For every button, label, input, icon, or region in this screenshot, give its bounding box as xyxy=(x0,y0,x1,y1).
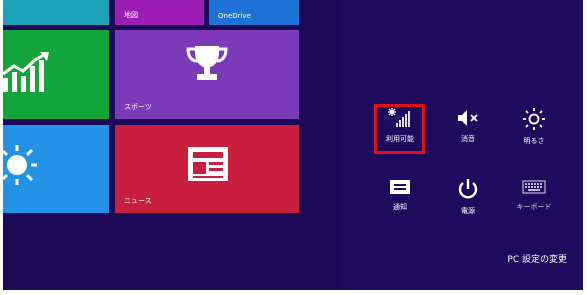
tile-onedrive-label: OneDrive xyxy=(218,12,251,20)
keyboard-button[interactable]: キーボード xyxy=(506,172,562,220)
tile-sports-label: スポーツ xyxy=(124,103,152,111)
power-label: 電源 xyxy=(461,207,475,215)
tile-news[interactable]: ニュース xyxy=(115,125,299,213)
network-label: 利用可能 xyxy=(386,135,414,143)
pc-settings-link[interactable]: PC 設定の変更 xyxy=(507,252,567,265)
tile-news-label: ニュース xyxy=(124,197,152,205)
brightness-label: 明るさ xyxy=(523,137,545,145)
brightness-sun-icon xyxy=(523,108,545,130)
tile-finance[interactable] xyxy=(3,30,109,119)
brightness-button[interactable]: 明るさ xyxy=(506,102,562,150)
tile-top-left[interactable] xyxy=(3,0,109,25)
power-button[interactable]: 電源 xyxy=(440,172,496,220)
settings-charm-panel: 利用可能 消音 明るさ 通知 電源 キーボード PC 設定の変更 xyxy=(338,0,583,290)
tile-onedrive[interactable]: OneDrive xyxy=(209,0,299,25)
sun-icon xyxy=(3,145,37,185)
keyboard-icon xyxy=(522,180,546,194)
volume-label: 消音 xyxy=(461,135,475,143)
newspaper-icon xyxy=(188,147,228,181)
network-button[interactable]: 利用可能 xyxy=(372,102,428,150)
speaker-muted-icon xyxy=(458,110,478,126)
keyboard-label: キーボード xyxy=(516,203,552,211)
tile-sports[interactable]: スポーツ xyxy=(115,30,299,119)
trophy-icon xyxy=(186,46,228,80)
tile-map[interactable]: 地図 xyxy=(115,0,204,25)
tile-weather[interactable] xyxy=(3,125,109,213)
notifications-label: 通知 xyxy=(393,203,407,211)
screen-frame: 地図 OneDrive スポーツ ニュース 利用可能 消音 明るさ 通知 電源 … xyxy=(3,0,583,290)
volume-button[interactable]: 消音 xyxy=(440,102,496,150)
tile-map-label: 地図 xyxy=(124,11,138,19)
notification-icon xyxy=(390,180,410,194)
notifications-button[interactable]: 通知 xyxy=(372,172,428,220)
start-screen: 地図 OneDrive スポーツ ニュース xyxy=(3,0,338,290)
chart-trend-icon xyxy=(3,52,49,92)
network-signal-icon xyxy=(388,108,410,127)
power-icon xyxy=(458,179,478,199)
